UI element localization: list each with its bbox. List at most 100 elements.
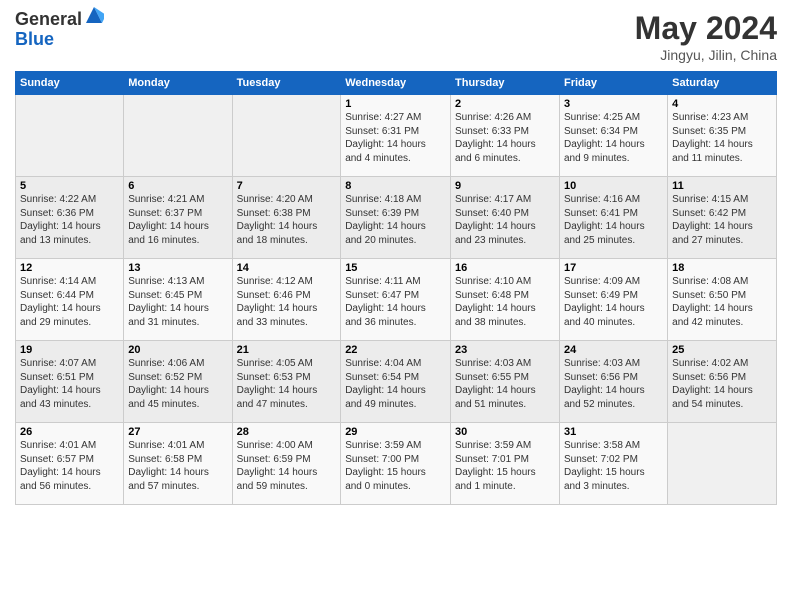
day-number: 14 <box>237 262 337 274</box>
week-row-5: 26Sunrise: 4:01 AM Sunset: 6:57 PM Dayli… <box>16 423 777 505</box>
day-content: Sunrise: 4:07 AM Sunset: 6:51 PM Dayligh… <box>20 357 119 411</box>
location: Jingyu, Jilin, China <box>635 47 777 63</box>
day-number: 27 <box>128 426 227 438</box>
calendar-cell: 3Sunrise: 4:25 AM Sunset: 6:34 PM Daylig… <box>559 95 667 177</box>
day-number: 5 <box>20 180 119 192</box>
calendar-cell: 31Sunrise: 3:58 AM Sunset: 7:02 PM Dayli… <box>559 423 667 505</box>
calendar-cell: 18Sunrise: 4:08 AM Sunset: 6:50 PM Dayli… <box>668 259 777 341</box>
col-header-saturday: Saturday <box>668 72 777 95</box>
day-content: Sunrise: 4:23 AM Sunset: 6:35 PM Dayligh… <box>672 111 772 165</box>
calendar-cell: 1Sunrise: 4:27 AM Sunset: 6:31 PM Daylig… <box>341 95 451 177</box>
week-row-4: 19Sunrise: 4:07 AM Sunset: 6:51 PM Dayli… <box>16 341 777 423</box>
day-number: 7 <box>237 180 337 192</box>
day-number: 30 <box>455 426 555 438</box>
day-number: 20 <box>128 344 227 356</box>
header: General Blue May 2024 Jingyu, Jilin, Chi… <box>15 10 777 63</box>
calendar-cell: 2Sunrise: 4:26 AM Sunset: 6:33 PM Daylig… <box>451 95 560 177</box>
col-header-tuesday: Tuesday <box>232 72 341 95</box>
calendar-cell: 21Sunrise: 4:05 AM Sunset: 6:53 PM Dayli… <box>232 341 341 423</box>
day-content: Sunrise: 4:25 AM Sunset: 6:34 PM Dayligh… <box>564 111 663 165</box>
day-number: 8 <box>345 180 446 192</box>
day-number: 2 <box>455 98 555 110</box>
page: General Blue May 2024 Jingyu, Jilin, Chi… <box>0 0 792 612</box>
day-number: 12 <box>20 262 119 274</box>
calendar-cell <box>16 95 124 177</box>
day-number: 11 <box>672 180 772 192</box>
day-content: Sunrise: 4:13 AM Sunset: 6:45 PM Dayligh… <box>128 275 227 329</box>
day-content: Sunrise: 4:01 AM Sunset: 6:57 PM Dayligh… <box>20 439 119 493</box>
calendar-cell: 28Sunrise: 4:00 AM Sunset: 6:59 PM Dayli… <box>232 423 341 505</box>
day-number: 10 <box>564 180 663 192</box>
day-content: Sunrise: 4:00 AM Sunset: 6:59 PM Dayligh… <box>237 439 337 493</box>
logo-text: General Blue <box>15 10 104 50</box>
day-content: Sunrise: 4:18 AM Sunset: 6:39 PM Dayligh… <box>345 193 446 247</box>
day-content: Sunrise: 4:04 AM Sunset: 6:54 PM Dayligh… <box>345 357 446 411</box>
calendar-cell: 12Sunrise: 4:14 AM Sunset: 6:44 PM Dayli… <box>16 259 124 341</box>
calendar-cell: 5Sunrise: 4:22 AM Sunset: 6:36 PM Daylig… <box>16 177 124 259</box>
day-number: 15 <box>345 262 446 274</box>
day-number: 16 <box>455 262 555 274</box>
calendar-cell: 7Sunrise: 4:20 AM Sunset: 6:38 PM Daylig… <box>232 177 341 259</box>
day-content: Sunrise: 4:09 AM Sunset: 6:49 PM Dayligh… <box>564 275 663 329</box>
day-number: 31 <box>564 426 663 438</box>
day-content: Sunrise: 4:17 AM Sunset: 6:40 PM Dayligh… <box>455 193 555 247</box>
calendar-cell: 11Sunrise: 4:15 AM Sunset: 6:42 PM Dayli… <box>668 177 777 259</box>
day-content: Sunrise: 3:58 AM Sunset: 7:02 PM Dayligh… <box>564 439 663 493</box>
calendar-cell: 29Sunrise: 3:59 AM Sunset: 7:00 PM Dayli… <box>341 423 451 505</box>
day-content: Sunrise: 4:20 AM Sunset: 6:38 PM Dayligh… <box>237 193 337 247</box>
day-number: 28 <box>237 426 337 438</box>
calendar-cell: 8Sunrise: 4:18 AM Sunset: 6:39 PM Daylig… <box>341 177 451 259</box>
day-content: Sunrise: 4:06 AM Sunset: 6:52 PM Dayligh… <box>128 357 227 411</box>
calendar-cell: 15Sunrise: 4:11 AM Sunset: 6:47 PM Dayli… <box>341 259 451 341</box>
week-row-2: 5Sunrise: 4:22 AM Sunset: 6:36 PM Daylig… <box>16 177 777 259</box>
day-content: Sunrise: 4:15 AM Sunset: 6:42 PM Dayligh… <box>672 193 772 247</box>
col-header-monday: Monday <box>124 72 232 95</box>
calendar-cell <box>232 95 341 177</box>
day-number: 17 <box>564 262 663 274</box>
header-row: SundayMondayTuesdayWednesdayThursdayFrid… <box>16 72 777 95</box>
calendar-cell: 13Sunrise: 4:13 AM Sunset: 6:45 PM Dayli… <box>124 259 232 341</box>
day-content: Sunrise: 4:11 AM Sunset: 6:47 PM Dayligh… <box>345 275 446 329</box>
day-number: 25 <box>672 344 772 356</box>
month-title: May 2024 <box>635 10 777 47</box>
calendar-cell: 30Sunrise: 3:59 AM Sunset: 7:01 PM Dayli… <box>451 423 560 505</box>
day-number: 13 <box>128 262 227 274</box>
calendar-cell: 20Sunrise: 4:06 AM Sunset: 6:52 PM Dayli… <box>124 341 232 423</box>
logo-blue: Blue <box>15 30 104 50</box>
day-content: Sunrise: 4:03 AM Sunset: 6:55 PM Dayligh… <box>455 357 555 411</box>
calendar-cell: 9Sunrise: 4:17 AM Sunset: 6:40 PM Daylig… <box>451 177 560 259</box>
calendar-cell: 6Sunrise: 4:21 AM Sunset: 6:37 PM Daylig… <box>124 177 232 259</box>
calendar-cell: 14Sunrise: 4:12 AM Sunset: 6:46 PM Dayli… <box>232 259 341 341</box>
calendar-cell: 17Sunrise: 4:09 AM Sunset: 6:49 PM Dayli… <box>559 259 667 341</box>
day-number: 9 <box>455 180 555 192</box>
day-content: Sunrise: 4:01 AM Sunset: 6:58 PM Dayligh… <box>128 439 227 493</box>
col-header-wednesday: Wednesday <box>341 72 451 95</box>
day-content: Sunrise: 4:08 AM Sunset: 6:50 PM Dayligh… <box>672 275 772 329</box>
calendar-cell: 22Sunrise: 4:04 AM Sunset: 6:54 PM Dayli… <box>341 341 451 423</box>
day-content: Sunrise: 4:21 AM Sunset: 6:37 PM Dayligh… <box>128 193 227 247</box>
calendar-cell: 10Sunrise: 4:16 AM Sunset: 6:41 PM Dayli… <box>559 177 667 259</box>
calendar-cell: 27Sunrise: 4:01 AM Sunset: 6:58 PM Dayli… <box>124 423 232 505</box>
calendar-table: SundayMondayTuesdayWednesdayThursdayFrid… <box>15 71 777 505</box>
title-block: May 2024 Jingyu, Jilin, China <box>635 10 777 63</box>
day-number: 29 <box>345 426 446 438</box>
calendar-cell: 23Sunrise: 4:03 AM Sunset: 6:55 PM Dayli… <box>451 341 560 423</box>
day-content: Sunrise: 4:26 AM Sunset: 6:33 PM Dayligh… <box>455 111 555 165</box>
logo-icon <box>84 5 104 25</box>
day-number: 4 <box>672 98 772 110</box>
calendar-cell <box>668 423 777 505</box>
day-number: 26 <box>20 426 119 438</box>
col-header-friday: Friday <box>559 72 667 95</box>
calendar-cell: 19Sunrise: 4:07 AM Sunset: 6:51 PM Dayli… <box>16 341 124 423</box>
col-header-sunday: Sunday <box>16 72 124 95</box>
day-content: Sunrise: 3:59 AM Sunset: 7:00 PM Dayligh… <box>345 439 446 493</box>
day-content: Sunrise: 4:10 AM Sunset: 6:48 PM Dayligh… <box>455 275 555 329</box>
day-number: 19 <box>20 344 119 356</box>
day-number: 23 <box>455 344 555 356</box>
day-content: Sunrise: 4:27 AM Sunset: 6:31 PM Dayligh… <box>345 111 446 165</box>
day-number: 6 <box>128 180 227 192</box>
day-content: Sunrise: 4:02 AM Sunset: 6:56 PM Dayligh… <box>672 357 772 411</box>
day-number: 22 <box>345 344 446 356</box>
calendar-cell: 24Sunrise: 4:03 AM Sunset: 6:56 PM Dayli… <box>559 341 667 423</box>
col-header-thursday: Thursday <box>451 72 560 95</box>
